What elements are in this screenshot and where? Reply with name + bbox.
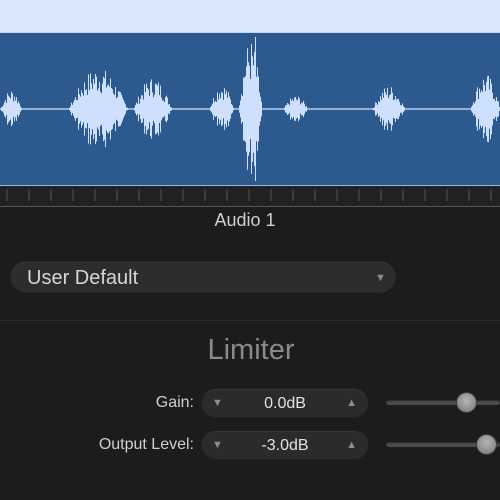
preset-popup-menu[interactable]: User Default ▼ xyxy=(10,261,396,293)
waveform-graphic xyxy=(0,37,500,181)
plugin-title: Limiter xyxy=(207,334,295,366)
audio-region[interactable] xyxy=(0,0,500,207)
increment-icon[interactable]: ▲ xyxy=(346,397,357,409)
chevron-down-icon: ▼ xyxy=(375,272,386,284)
divider xyxy=(0,320,500,321)
slider-knob[interactable] xyxy=(455,392,477,413)
track-name: Audio 1 xyxy=(214,210,276,230)
output-level-slider[interactable] xyxy=(386,434,500,455)
slider-track[interactable] xyxy=(386,400,500,405)
output-level-value[interactable]: -3.0dB xyxy=(232,437,338,455)
gain-label: Gain: xyxy=(155,394,194,411)
gain-value[interactable]: 0.0dB xyxy=(232,395,338,413)
gain-slider[interactable] xyxy=(386,392,500,413)
preset-label: User Default xyxy=(27,267,139,289)
increment-icon[interactable]: ▲ xyxy=(346,439,357,451)
gain-stepper[interactable]: ▼ 0.0dB ▲ xyxy=(201,388,369,418)
output-level-stepper[interactable]: ▼ -3.0dB ▲ xyxy=(201,430,369,460)
decrement-icon[interactable]: ▼ xyxy=(212,397,223,409)
output-level-label: Output Level: xyxy=(98,436,194,453)
decrement-icon[interactable]: ▼ xyxy=(212,439,223,451)
region-header[interactable] xyxy=(0,0,500,33)
waveform-display[interactable] xyxy=(0,33,500,185)
ruler-ticks xyxy=(6,189,492,201)
timeline-ruler[interactable] xyxy=(0,186,500,207)
slider-knob[interactable] xyxy=(476,434,498,455)
